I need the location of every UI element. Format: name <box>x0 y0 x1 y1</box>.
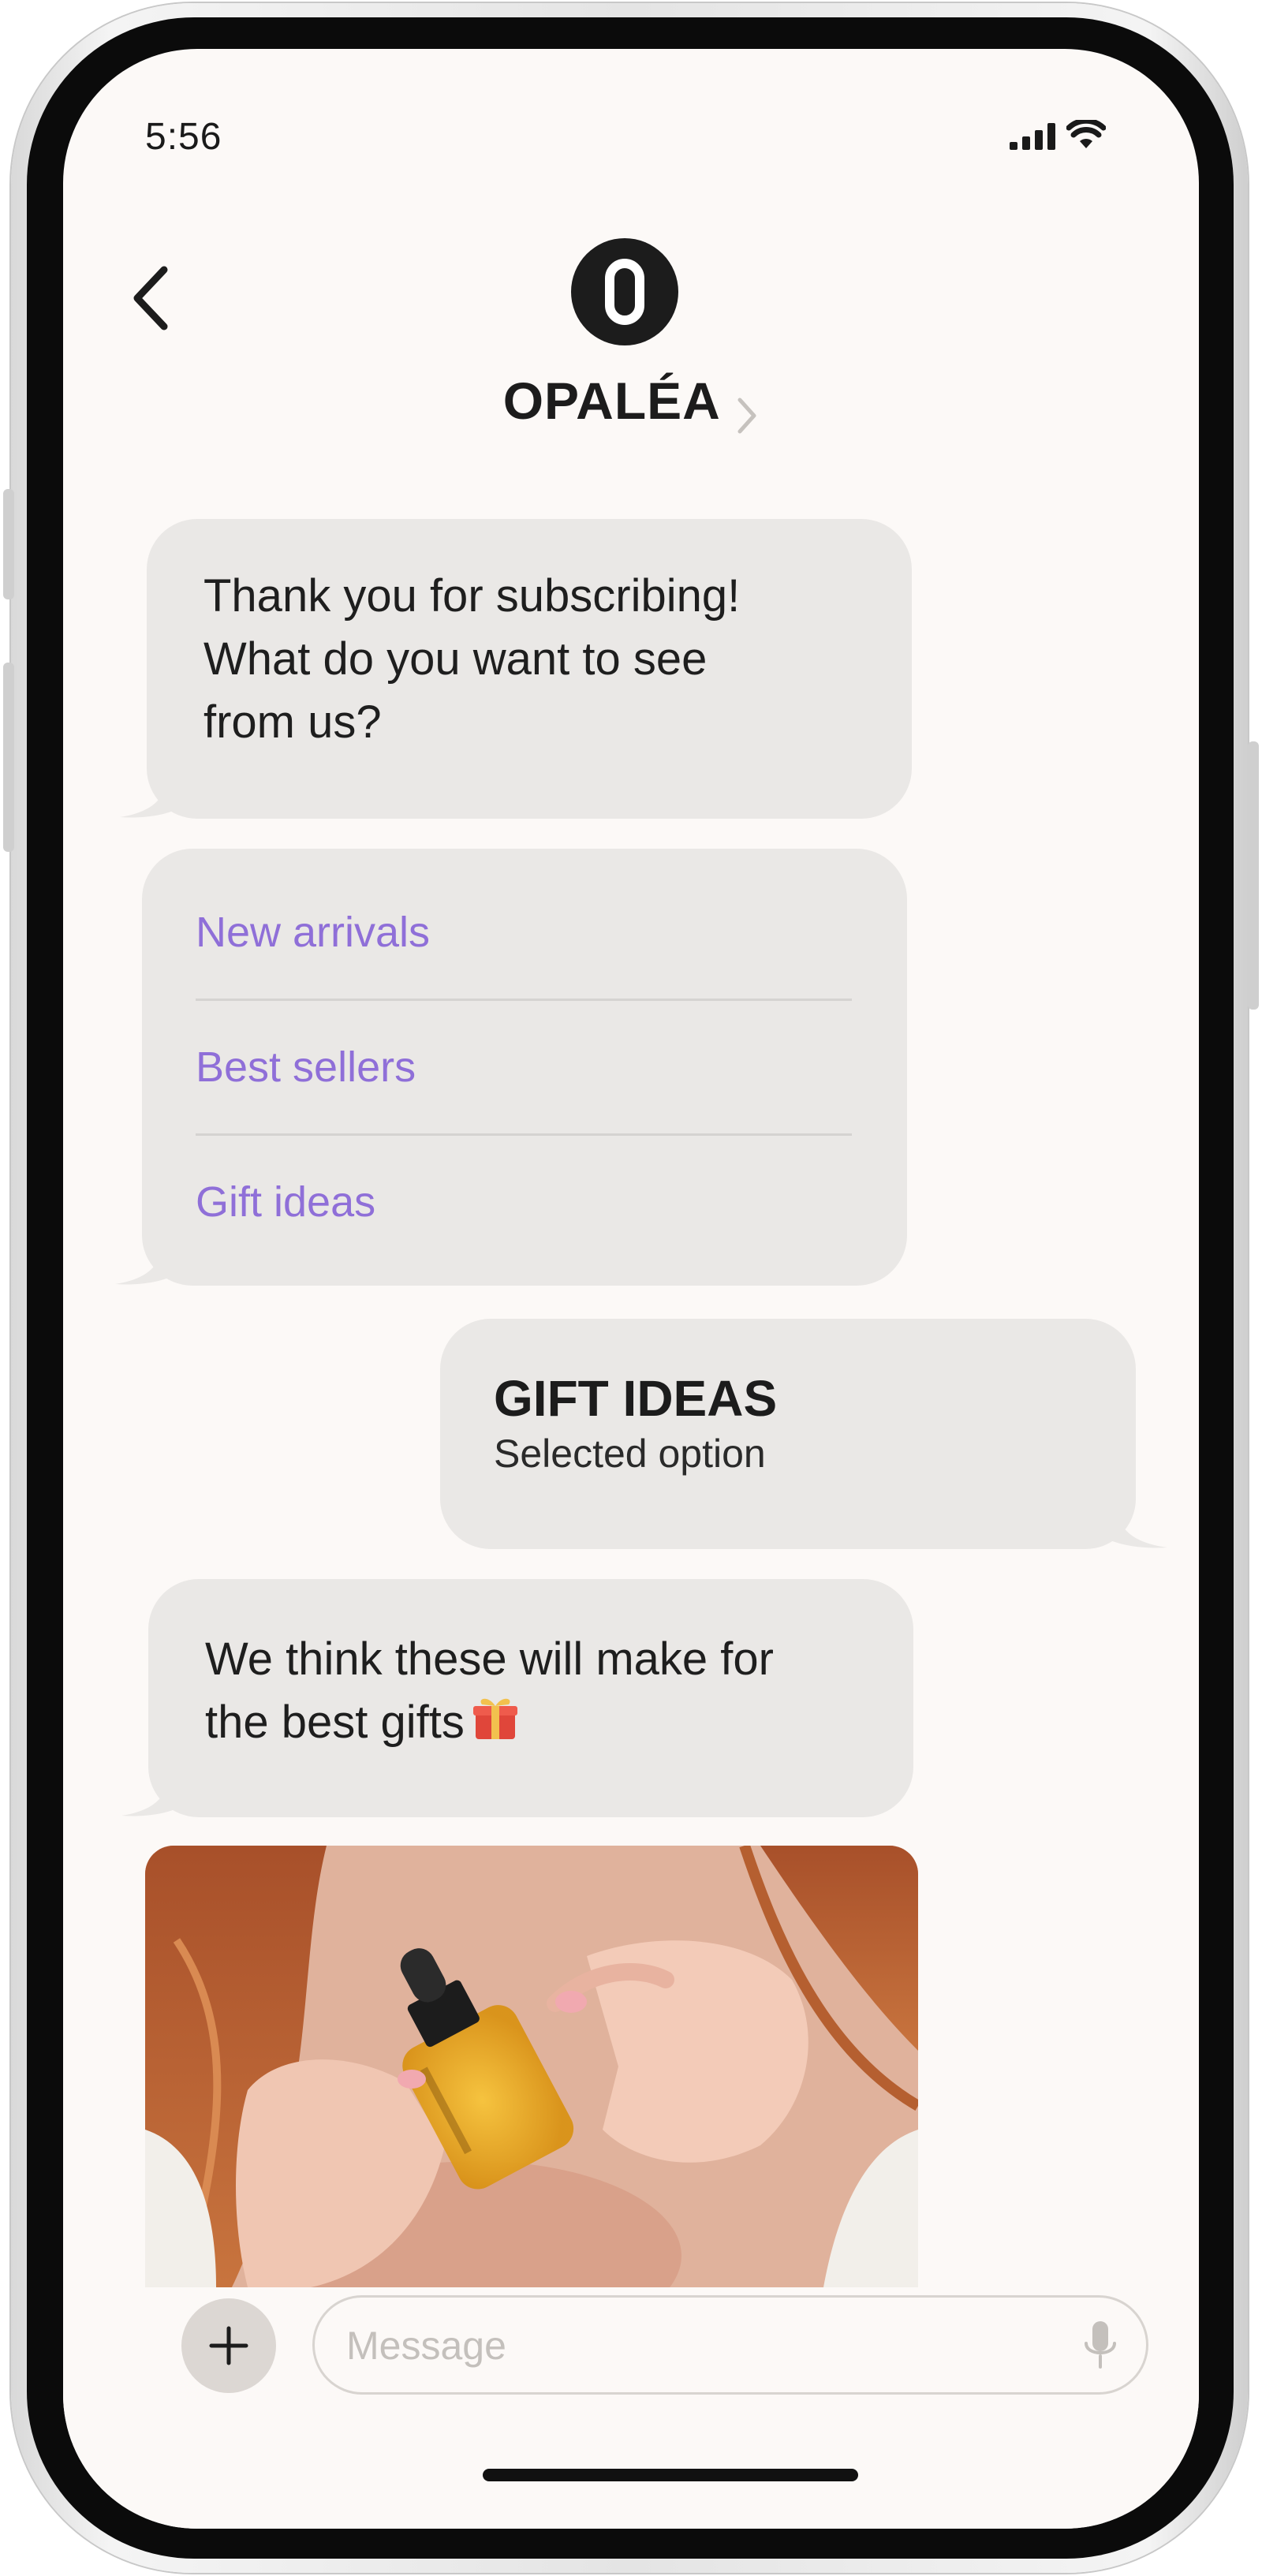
action-button <box>3 489 14 599</box>
outgoing-message-bubble: GIFT IDEAS Selected option <box>440 1319 1136 1549</box>
opalea-logo-icon <box>605 259 644 325</box>
message-line: Thank you for subscribing! <box>203 570 741 622</box>
incoming-message-bubble: We think these will make for the best gi… <box>148 1579 913 1817</box>
contact-name: OPALÉA <box>502 371 721 430</box>
option-best-sellers[interactable]: Best sellers <box>196 1001 852 1136</box>
signal-icon <box>1010 123 1055 150</box>
selected-option-title: GIFT IDEAS <box>494 1370 778 1427</box>
message-input[interactable] <box>345 2298 1026 2394</box>
message-line-text: the best gifts <box>205 1697 465 1748</box>
gift-emoji-icon <box>472 1698 517 1739</box>
microphone-icon[interactable] <box>1083 2320 1118 2372</box>
contact-avatar[interactable] <box>571 238 678 345</box>
wifi-icon <box>1066 120 1106 148</box>
selected-option-subtitle: Selected option <box>494 1432 766 1476</box>
chevron-left-icon <box>133 266 168 330</box>
message-line: the best gifts <box>205 1691 857 1754</box>
bubble-tail <box>115 1241 178 1285</box>
messages-screen: 5:56 OPALÉA Thank you for subscribing! W… <box>63 49 1199 2529</box>
bubble-tail <box>120 775 183 818</box>
product-photo[interactable] <box>145 1846 918 2287</box>
message-line: What do you want to see <box>203 633 708 685</box>
status-icons <box>1010 120 1106 150</box>
home-indicator[interactable] <box>483 2469 858 2481</box>
message-line: from us? <box>203 696 382 748</box>
incoming-message-bubble: Thank you for subscribing! What do you w… <box>147 519 912 819</box>
option-gift-ideas[interactable]: Gift ideas <box>196 1136 852 1268</box>
photo-illustration <box>145 1846 918 2287</box>
contact-header[interactable]: OPALÉA <box>63 371 1199 436</box>
plus-icon <box>209 2326 248 2365</box>
quick-reply-options: New arrivals Best sellers Gift ideas <box>142 849 907 1286</box>
option-new-arrivals[interactable]: New arrivals <box>196 866 852 1001</box>
message-input-field[interactable] <box>312 2295 1148 2395</box>
chevron-right-icon <box>737 398 756 434</box>
add-attachment-button[interactable] <box>181 2298 276 2393</box>
status-time: 5:56 <box>145 116 222 158</box>
volume-up-button <box>3 663 14 852</box>
back-button[interactable] <box>125 259 180 338</box>
bubble-tail <box>121 1773 185 1816</box>
message-line: We think these will make for <box>205 1633 774 1685</box>
bubble-tail <box>1101 1505 1167 1548</box>
power-button <box>1248 741 1259 1010</box>
